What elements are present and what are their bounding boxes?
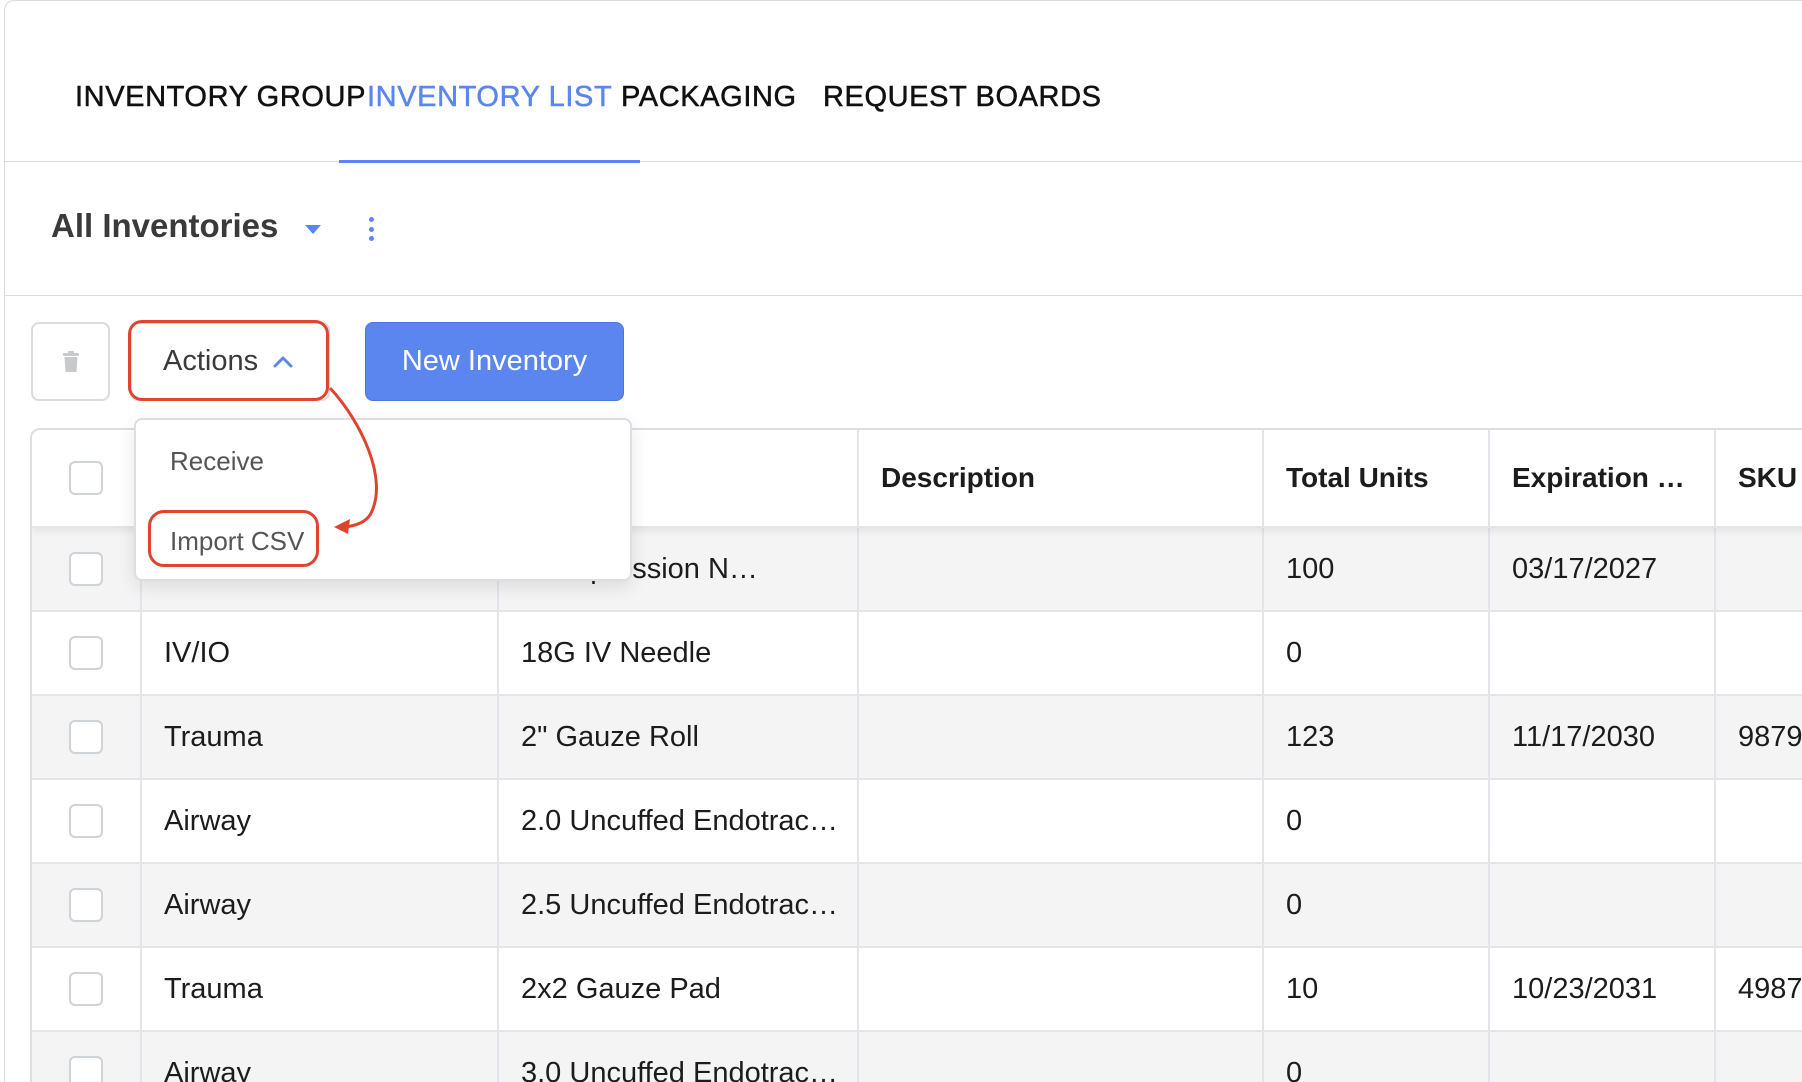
row-select-cell <box>32 1032 142 1082</box>
tab-request-boards[interactable]: REQUEST BOARDS <box>823 75 1102 162</box>
inventory-selector-label[interactable]: All Inventories <box>51 207 278 245</box>
actions-label: Actions <box>163 345 259 377</box>
row-select-cell <box>32 528 142 610</box>
caret-down-icon[interactable] <box>305 225 321 234</box>
row-select-cell <box>32 864 142 946</box>
inventory-selector-bar: All Inventories <box>5 162 1802 296</box>
tab-inventory-group[interactable]: INVENTORY GROUP <box>75 75 366 162</box>
table-row[interactable]: Airway 2.0 Uncuffed Endotrac… 0 <box>32 780 1802 864</box>
cell-sku <box>1716 1032 1802 1082</box>
header-total-units[interactable]: Total Units <box>1264 430 1490 526</box>
row-checkbox[interactable] <box>69 552 103 586</box>
tab-inventory-list[interactable]: INVENTORY LIST <box>338 75 641 163</box>
cell-total-units: 10 <box>1264 948 1490 1030</box>
cell-sku <box>1716 780 1802 862</box>
menu-item-import-csv[interactable]: Import CSV <box>170 526 304 557</box>
row-checkbox[interactable] <box>69 804 103 838</box>
cell-expiration <box>1490 1032 1716 1082</box>
kebab-menu-icon[interactable] <box>367 217 375 241</box>
cell-group: Airway <box>142 864 499 946</box>
row-select-cell <box>32 612 142 694</box>
cell-total-units: 100 <box>1264 528 1490 610</box>
table-row[interactable]: Trauma 2" Gauze Roll 123 11/17/2030 9879 <box>32 696 1802 780</box>
row-select-cell <box>32 696 142 778</box>
cell-description <box>859 612 1264 694</box>
cell-group: IV/IO <box>142 612 499 694</box>
cell-sku: 4987 <box>1738 972 1802 1005</box>
cell-description <box>859 780 1264 862</box>
cell-name: 18G IV Needle <box>499 612 859 694</box>
cell-description <box>859 528 1264 610</box>
cell-expiration: 03/17/2027 <box>1490 528 1716 610</box>
cell-total-units: 0 <box>1264 780 1490 862</box>
cell-sku <box>1716 864 1802 946</box>
new-inventory-button[interactable]: New Inventory <box>365 322 624 401</box>
row-checkbox[interactable] <box>69 972 103 1006</box>
cell-sku <box>1716 612 1802 694</box>
select-all-checkbox[interactable] <box>69 461 103 495</box>
cell-name: 2" Gauze Roll <box>499 696 859 778</box>
trash-icon <box>62 350 79 372</box>
cell-group: Trauma <box>142 948 499 1030</box>
cell-total-units: 0 <box>1264 864 1490 946</box>
cell-sku <box>1716 528 1802 610</box>
cell-description <box>859 1032 1264 1082</box>
cell-expiration <box>1490 780 1716 862</box>
row-select-cell <box>32 948 142 1030</box>
cell-total-units: 0 <box>1264 1032 1490 1082</box>
delete-button[interactable] <box>31 322 110 401</box>
header-sku[interactable]: SKU <box>1716 430 1802 526</box>
cell-expiration <box>1490 864 1716 946</box>
row-checkbox[interactable] <box>69 636 103 670</box>
menu-item-receive[interactable]: Receive <box>170 446 264 477</box>
row-select-cell <box>32 780 142 862</box>
cell-total-units: 0 <box>1264 612 1490 694</box>
table-row[interactable]: Trauma 2x2 Gauze Pad 10 10/23/2031 4987 <box>32 948 1802 1032</box>
row-checkbox[interactable] <box>69 888 103 922</box>
row-checkbox[interactable] <box>69 720 103 754</box>
table-row[interactable]: Airway 3.0 Uncuffed Endotrac… 0 <box>32 1032 1802 1082</box>
actions-dropdown-menu: Receive Import CSV <box>134 418 632 581</box>
header-expiration[interactable]: Expiration … <box>1490 430 1716 526</box>
cell-total-units: 123 <box>1264 696 1490 778</box>
cell-expiration: 10/23/2031 <box>1490 948 1716 1030</box>
actions-button[interactable]: Actions <box>130 322 330 401</box>
row-checkbox[interactable] <box>69 1056 103 1082</box>
cell-name: 2.5 Uncuffed Endotrac… <box>499 864 859 946</box>
cell-sku: 9879 <box>1738 720 1802 753</box>
cell-group: Trauma <box>142 696 499 778</box>
cell-group: Airway <box>142 780 499 862</box>
table-row[interactable]: Airway 2.5 Uncuffed Endotrac… 0 <box>32 864 1802 948</box>
tab-packaging[interactable]: PACKAGING <box>621 75 797 162</box>
cell-expiration <box>1490 612 1716 694</box>
header-description[interactable]: Description <box>859 430 1264 526</box>
cell-name: 2.0 Uncuffed Endotrac… <box>499 780 859 862</box>
tab-bar: INVENTORY GROUP INVENTORY LIST PACKAGING… <box>5 1 1802 163</box>
cell-expiration: 11/17/2030 <box>1490 696 1716 778</box>
cell-description <box>859 948 1264 1030</box>
chevron-up-icon <box>273 356 293 367</box>
cell-description <box>859 696 1264 778</box>
table-row[interactable]: IV/IO 18G IV Needle 0 <box>32 612 1802 696</box>
cell-description <box>859 864 1264 946</box>
cell-name: 2x2 Gauze Pad <box>499 948 859 1030</box>
cell-group: Airway <box>142 1032 499 1082</box>
cell-name: 3.0 Uncuffed Endotrac… <box>499 1032 859 1082</box>
header-select-cell <box>32 430 142 526</box>
